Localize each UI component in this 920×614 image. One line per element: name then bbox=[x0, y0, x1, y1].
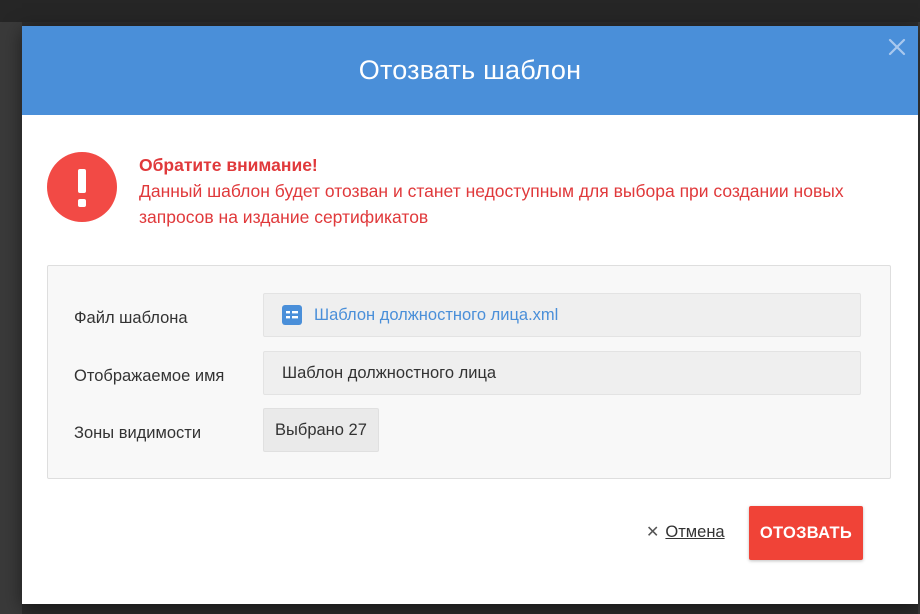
visibility-zones-label: Зоны видимости bbox=[74, 424, 202, 442]
close-icon[interactable] bbox=[882, 32, 912, 62]
template-file-label: Файл шаблона bbox=[74, 309, 188, 327]
dialog-header: Отозвать шаблон bbox=[22, 26, 918, 115]
display-name-value: Шаблон должностного лица bbox=[282, 363, 497, 382]
warning-text: Обратите внимание! Данный шаблон будет о… bbox=[139, 152, 889, 230]
warning-alert: Обратите внимание! Данный шаблон будет о… bbox=[47, 152, 887, 232]
warning-title: Обратите внимание! bbox=[139, 155, 318, 175]
warning-message: Данный шаблон будет отозван и станет нед… bbox=[139, 181, 844, 227]
visibility-zones-chip[interactable]: Выбрано 27 bbox=[263, 408, 379, 452]
template-file-link[interactable]: Шаблон должностного лица.xml bbox=[314, 306, 558, 325]
visibility-zones-value: Выбрано 27 bbox=[275, 420, 367, 439]
dialog-title: Отозвать шаблон bbox=[358, 55, 582, 85]
display-name-label: Отображаемое имя bbox=[74, 367, 225, 385]
cancel-label: Отмена bbox=[665, 522, 725, 541]
close-small-icon: ✕ bbox=[646, 524, 660, 541]
revoke-template-dialog: Отозвать шаблон Обратите внимание! Данны… bbox=[22, 26, 918, 604]
template-file-field: Шаблон должностного лица.xml bbox=[263, 293, 861, 337]
template-details-panel: Файл шаблона Шаблон должностного лица.xm… bbox=[47, 265, 891, 479]
cancel-button[interactable]: ✕ Отмена bbox=[646, 522, 725, 542]
file-list-icon bbox=[282, 305, 302, 325]
display-name-field: Шаблон должностного лица bbox=[263, 351, 861, 395]
exclamation-circle-icon bbox=[47, 152, 117, 222]
background-overlay-left bbox=[0, 22, 22, 614]
background-strip bbox=[0, 0, 920, 22]
revoke-button[interactable]: ОТОЗВАТЬ bbox=[749, 506, 863, 560]
